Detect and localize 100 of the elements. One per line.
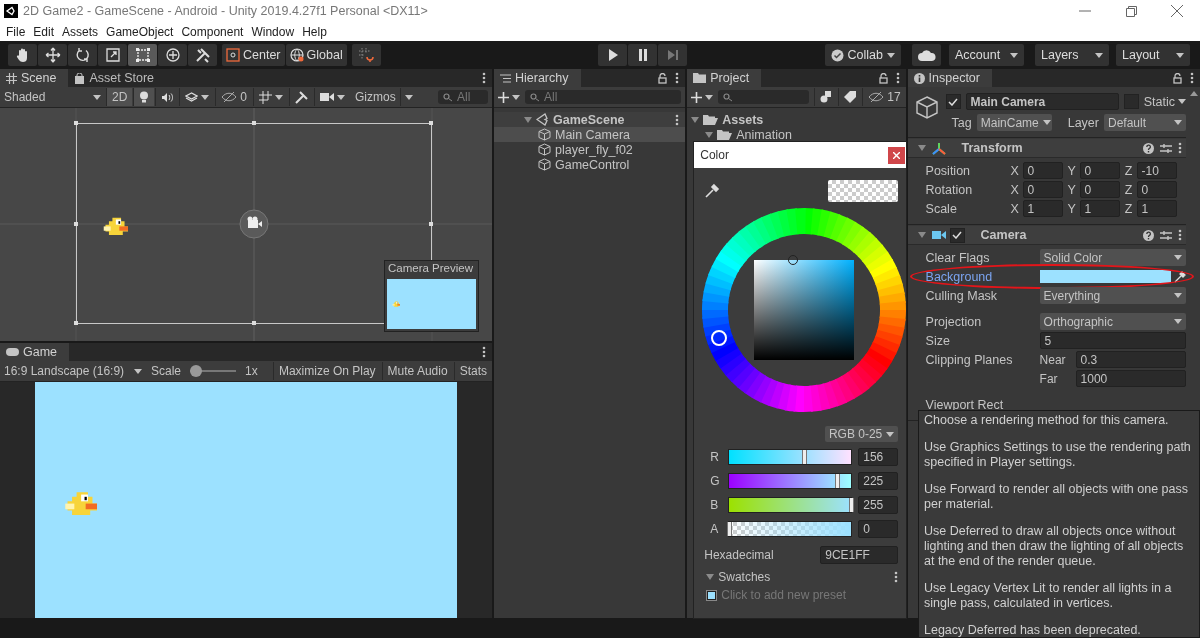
lock-icon[interactable] [878, 72, 888, 84]
more-options-icon[interactable] [1178, 229, 1182, 241]
eyedropper-icon[interactable] [1174, 270, 1186, 283]
lock-icon[interactable] [1173, 72, 1182, 84]
more-options-icon[interactable] [482, 72, 486, 84]
preset-swatch-icon[interactable] [706, 589, 718, 601]
rotate-tool-button[interactable] [68, 44, 97, 66]
expand-arrow-icon[interactable] [917, 144, 926, 152]
menu-item[interactable]: Assets [58, 24, 103, 39]
close-button[interactable] [888, 146, 906, 164]
menu-item[interactable]: GameObject [102, 24, 178, 39]
lighting-toggle[interactable] [133, 88, 155, 106]
pause-button[interactable] [628, 44, 658, 66]
number-field[interactable]: 0 [1136, 181, 1177, 198]
layout-dropdown[interactable]: Layout [1116, 44, 1190, 66]
number-field[interactable]: 1 [1079, 200, 1120, 217]
property-dropdown[interactable]: Orthographic [1039, 313, 1186, 330]
account-dropdown[interactable]: Account [949, 44, 1024, 66]
channel-value-field[interactable]: 156 [858, 448, 899, 466]
hand-tool-button[interactable] [8, 44, 37, 66]
panel-tab[interactable]: Game [0, 343, 70, 361]
property-dropdown[interactable]: Solid Color [1039, 249, 1186, 266]
number-field[interactable]: 0 [1079, 181, 1120, 198]
channel-value-field[interactable]: 255 [858, 496, 899, 514]
collab-dropdown[interactable]: Collab [824, 44, 901, 66]
folder-item[interactable]: Assets [687, 112, 906, 127]
number-field[interactable]: -10 [1136, 162, 1177, 179]
hierarchy-item[interactable]: GameControl [494, 157, 686, 172]
scene-item[interactable]: GameScene [494, 112, 686, 127]
number-field[interactable]: 0.3 [1075, 351, 1186, 368]
eyedropper-icon[interactable] [704, 183, 721, 199]
object-name-field[interactable]: Main Camera [965, 93, 1119, 110]
hex-field[interactable]: 9CE1FF [820, 546, 899, 564]
menu-item[interactable]: Edit [29, 24, 59, 39]
rect-tool-button[interactable] [128, 44, 157, 66]
more-options-icon[interactable] [895, 72, 900, 84]
snap-button[interactable] [351, 44, 381, 66]
hue-marker[interactable] [710, 330, 727, 347]
menu-item[interactable]: File [2, 24, 30, 39]
cloud-button[interactable] [912, 44, 941, 66]
lock-icon[interactable] [658, 72, 668, 84]
more-options-icon[interactable] [482, 346, 486, 358]
slider-thumb[interactable] [834, 474, 840, 488]
layers-dropdown[interactable]: Layers [1035, 44, 1109, 66]
channel-slider[interactable] [728, 473, 853, 489]
sliders-icon[interactable] [1160, 142, 1172, 154]
number-field[interactable]: 5 [1039, 332, 1186, 349]
transform-tool-button[interactable] [158, 44, 187, 66]
play-button[interactable] [598, 44, 628, 66]
component-header[interactable]: Transform [907, 139, 1186, 158]
more-options-icon[interactable] [1190, 72, 1194, 84]
panel-tab[interactable]: Inspector [907, 69, 992, 87]
sliders-icon[interactable] [1160, 229, 1172, 241]
search-field[interactable] [718, 90, 810, 104]
component-header[interactable]: Camera [907, 226, 1186, 245]
number-field[interactable]: 1 [1136, 200, 1177, 217]
more-options-icon[interactable] [894, 571, 899, 583]
expand-arrow-icon[interactable] [917, 231, 926, 239]
folder-item[interactable]: Animation [687, 127, 906, 142]
panel-tab[interactable]: Hierarchy [494, 69, 581, 87]
number-field[interactable]: 0 [1022, 181, 1063, 198]
color-mode-dropdown[interactable]: RGB 0-25 [824, 426, 899, 442]
more-options-icon[interactable] [1178, 142, 1182, 154]
custom-tool-button[interactable] [188, 44, 217, 66]
help-icon[interactable] [1143, 229, 1154, 241]
space-button[interactable]: Global [285, 44, 347, 66]
channel-slider[interactable] [728, 521, 853, 537]
menu-item[interactable]: Component [177, 24, 248, 39]
layer-dropdown[interactable]: Default [1104, 114, 1186, 131]
number-field[interactable]: 1000 [1075, 370, 1186, 387]
panel-tab[interactable]: Asset Store [68, 69, 167, 87]
panel-tab[interactable]: Project [687, 69, 762, 87]
more-options-icon[interactable] [675, 113, 680, 126]
scale-tool-button[interactable] [98, 44, 127, 66]
menu-item[interactable]: Window [247, 24, 299, 39]
channel-slider[interactable] [728, 449, 853, 465]
saturation-value-square[interactable] [754, 260, 855, 360]
slider-thumb[interactable] [849, 498, 855, 512]
2d-toggle[interactable]: 2D [106, 88, 133, 106]
tag-dropdown[interactable]: MainCame [976, 114, 1052, 131]
expand-arrow-icon[interactable] [691, 115, 700, 124]
move-tool-button[interactable] [38, 44, 67, 66]
menu-item[interactable]: Help [298, 24, 331, 39]
active-checkbox[interactable] [945, 94, 961, 109]
channel-value-field[interactable]: 0 [858, 520, 899, 538]
hierarchy-item[interactable]: Main Camera [494, 127, 686, 142]
slider-thumb[interactable] [727, 522, 733, 536]
number-field[interactable]: 0 [1079, 162, 1120, 179]
static-dropdown[interactable]: Static [1143, 94, 1186, 109]
expand-arrow-icon[interactable] [706, 573, 715, 581]
slider-thumb[interactable] [190, 365, 203, 377]
expand-arrow-icon[interactable] [524, 115, 532, 124]
pivot-button[interactable]: Center [222, 44, 285, 66]
channel-slider[interactable] [728, 497, 853, 513]
component-enabled-checkbox[interactable] [949, 227, 965, 243]
scale-slider[interactable] [190, 365, 237, 377]
hierarchy-item[interactable]: player_fly_f02 [494, 142, 686, 157]
help-icon[interactable] [1143, 142, 1154, 154]
property-dropdown[interactable]: Everything [1039, 287, 1186, 304]
expand-arrow-icon[interactable] [705, 130, 714, 139]
